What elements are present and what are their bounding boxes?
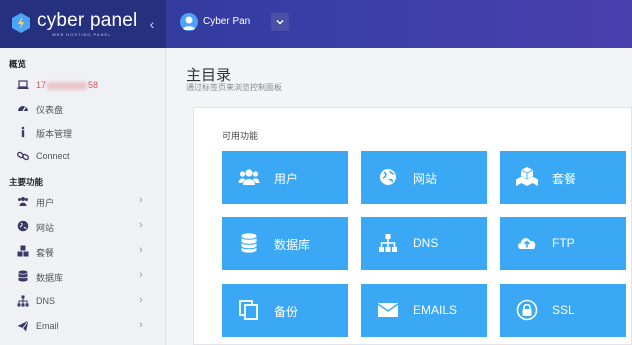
sidebar-item-email[interactable]: Email › [0,315,166,337]
chevron-right-icon: › [139,194,143,206]
tile-ssl[interactable]: SSL [500,284,626,337]
brand-subtitle: WEB HOSTING PANEL [52,32,112,37]
info-icon [21,126,25,138]
tile-users[interactable]: 用户 [222,151,348,204]
tile-label: 套餐 [552,172,577,186]
cyberpanel-logo-icon [12,13,30,33]
chevron-right-icon: › [139,219,143,231]
tile-dns[interactable]: DNS [361,217,487,270]
tile-emails[interactable]: EMAILS [361,284,487,337]
sidebar-item-label: 网站 [36,223,55,233]
chevron-right-icon: › [139,294,143,306]
sidebar-section-main: 主要功能 [9,177,44,187]
paper-plane-icon [17,320,29,332]
tile-label: EMAILS [413,303,458,317]
cubes-icon [516,167,538,186]
tile-label: 数据库 [274,238,311,252]
users-icon [18,197,28,206]
tile-label: SSL [552,303,575,317]
sidebar-item-label: 套餐 [36,248,55,258]
sidebar-section-overview: 概览 [9,59,27,69]
sidebar: 概览 17 58 仪表盘 版本管理 Connect 主要功能 用户 › 网站 ›… [0,48,166,345]
user-avatar-icon [182,16,196,30]
cubes-icon [17,245,29,257]
database-icon [18,270,28,282]
brand-name: cyber panel [37,10,138,31]
ip-suffix: 58 [88,80,99,90]
sidebar-item-connect[interactable]: Connect [0,145,166,167]
tile-backup[interactable]: 备份 [222,284,348,337]
copy-icon [239,300,258,320]
sidebar-item-label: DNS [36,296,56,306]
database-icon [241,233,257,253]
sidebar-item-label: Connect [36,151,70,161]
top-bar: cyber panel WEB HOSTING PANEL ‹ Cyber Pa… [0,0,632,48]
chevron-right-icon: › [139,244,143,256]
page-subtitle: 通过标签页来浏览控制面板 [186,83,282,92]
laptop-icon [17,80,29,89]
tile-databases[interactable]: 数据库 [222,217,348,270]
tile-label: 用户 [274,172,299,186]
user-dropdown-button[interactable] [271,13,289,31]
sidebar-collapse-button[interactable]: ‹ [145,15,159,33]
ip-prefix: 17 [36,80,47,90]
tile-packages[interactable]: 套餐 [500,151,626,204]
sidebar-item-dashboard[interactable]: 仪表盘 [0,97,166,119]
user-avatar[interactable] [180,13,198,31]
tile-label: DNS [413,236,439,250]
globe-icon [380,169,396,185]
sidebar-item-version[interactable]: 版本管理 [0,121,166,143]
chevron-down-icon [276,20,284,25]
tile-label: 网站 [413,172,438,186]
tile-ftp[interactable]: FTP [500,217,626,270]
logo-area: cyber panel WEB HOSTING PANEL ‹ [0,0,166,48]
card-label: 可用功能 [222,131,259,141]
sitemap-icon [379,234,397,252]
users-icon [238,169,260,185]
cloud-upload-icon [518,238,536,249]
sidebar-item-dns[interactable]: DNS › [0,290,166,312]
chevron-right-icon: › [139,319,143,331]
dashboard-icon [18,106,28,112]
sidebar-item-databases[interactable]: 数据库 › [0,265,166,287]
chevron-right-icon: › [139,269,143,281]
sidebar-item-label: 仪表盘 [36,105,64,115]
main-content: 主目录 通过标签页来浏览控制面板 可用功能 用户 网站 套餐 数据库 DNS F… [166,48,632,345]
sidebar-item-label: 版本管理 [36,129,73,139]
ip-redacted [47,81,88,90]
sidebar-item-label: 数据库 [36,273,64,283]
user-name[interactable]: Cyber Pan [203,16,250,27]
sidebar-item-websites[interactable]: 网站 › [0,215,166,237]
tile-websites[interactable]: 网站 [361,151,487,204]
sidebar-item-users[interactable]: 用户 › [0,190,166,212]
sidebar-item-label: Email [36,321,59,331]
globe-icon [17,220,29,232]
link-icon [17,151,29,161]
sidebar-item-packages[interactable]: 套餐 › [0,240,166,262]
sidebar-item-ip-label: 17 58 [36,80,98,90]
features-card: 可用功能 用户 网站 套餐 数据库 DNS FTP 备份 EMAILS SSL [193,107,632,345]
sidebar-item-ip[interactable]: 17 58 [0,74,166,96]
sitemap-icon [17,295,29,307]
tile-label: 备份 [274,305,299,319]
envelope-icon [377,303,399,317]
tile-label: FTP [552,236,575,250]
sidebar-item-label: 用户 [36,198,55,208]
lock-icon [516,299,538,321]
